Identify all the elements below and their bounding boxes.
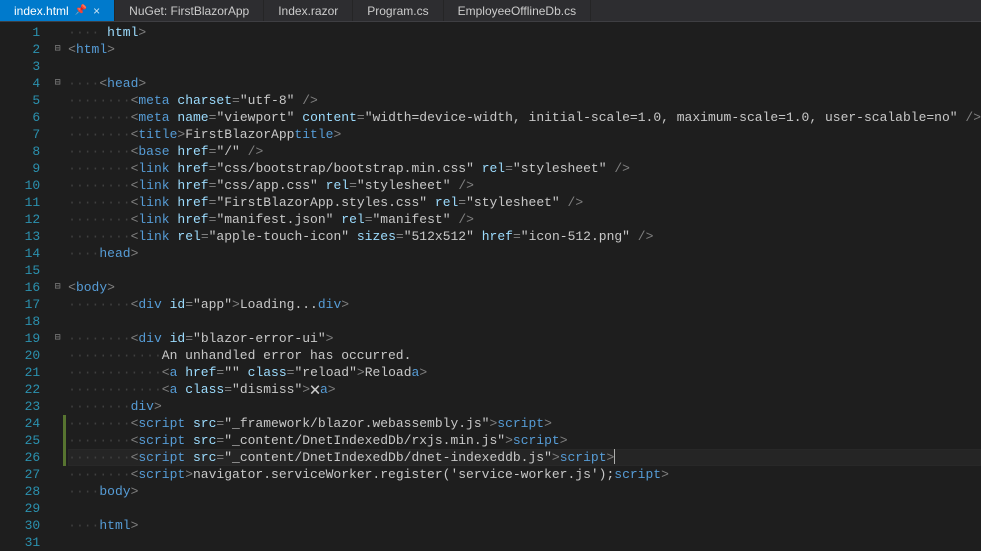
tab-label: Program.cs: [367, 4, 428, 18]
tab-index-razor[interactable]: Index.razor: [264, 0, 353, 21]
tab-label: EmployeeOfflineDb.cs: [458, 4, 577, 18]
tab-program-cs[interactable]: Program.cs: [353, 0, 443, 21]
fold-column[interactable]: ⊟⊟⊟⊟: [52, 22, 63, 551]
tab-employee-offline-db[interactable]: EmployeeOfflineDb.cs: [444, 0, 592, 21]
close-icon[interactable]: ×: [93, 4, 100, 18]
pin-icon[interactable]: 📌: [75, 5, 87, 16]
editor-area[interactable]: 1234567891011121314151617181920212223242…: [0, 22, 981, 551]
tab-label: Index.razor: [278, 4, 338, 18]
editor-tabs: index.html 📌 × NuGet: FirstBlazorApp Ind…: [0, 0, 981, 22]
tab-label: NuGet: FirstBlazorApp: [129, 4, 249, 18]
line-number-gutter: 1234567891011121314151617181920212223242…: [0, 22, 52, 551]
code-content[interactable]: ···· html><html>····<head>········<meta …: [66, 22, 981, 551]
tab-nuget[interactable]: NuGet: FirstBlazorApp: [115, 0, 264, 21]
tab-index-html[interactable]: index.html 📌 ×: [0, 0, 115, 21]
tab-label: index.html: [14, 4, 69, 18]
